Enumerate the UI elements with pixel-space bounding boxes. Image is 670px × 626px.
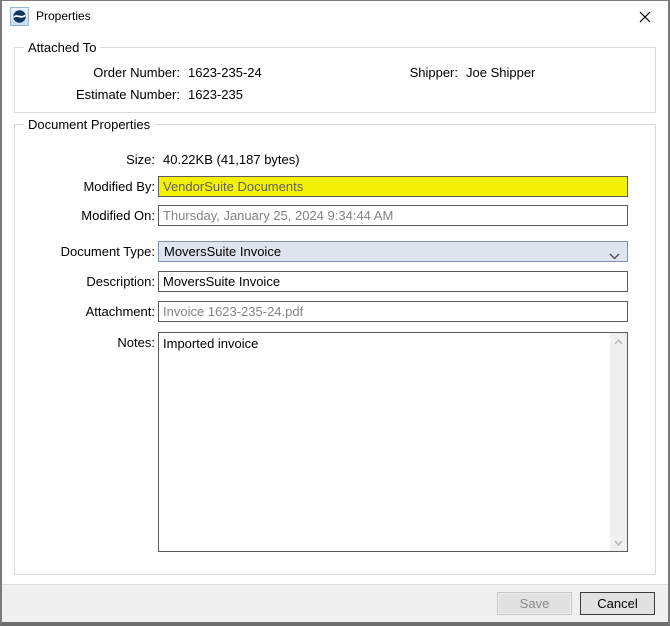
notes-textarea[interactable]: Imported invoice <box>159 333 611 551</box>
estimate-number-value: 1623-235 <box>188 87 243 102</box>
description-label: Description: <box>86 274 155 289</box>
scroll-down-button[interactable] <box>610 534 627 551</box>
cancel-button[interactable]: Cancel <box>580 592 655 615</box>
modified-by-label: Modified By: <box>83 179 155 194</box>
window-title: Properties <box>36 9 91 23</box>
modified-on-field <box>158 205 628 226</box>
chevron-down-icon <box>614 540 623 546</box>
attachment-label: Attachment: <box>85 304 155 319</box>
properties-dialog: Properties Attached To Order Number: 162… <box>0 0 670 626</box>
document-type-dropdown[interactable]: MoversSuite Invoice <box>158 241 628 262</box>
notes-scrollbar[interactable] <box>610 333 627 551</box>
chevron-down-icon <box>609 248 620 263</box>
document-properties-group: Document Properties Size: 40.22KB (41,18… <box>14 117 656 575</box>
attached-to-group: Attached To Order Number: 1623-235-24 Sh… <box>14 40 656 113</box>
attached-to-title: Attached To <box>24 40 101 55</box>
order-number-value: 1623-235-24 <box>188 65 262 80</box>
modified-on-label: Modified On: <box>81 208 155 223</box>
order-number-label: Order Number: <box>93 65 180 80</box>
shipper-label: Shipper: <box>409 65 458 80</box>
modified-by-field[interactable] <box>158 176 628 197</box>
description-field[interactable] <box>158 271 628 292</box>
scroll-up-button[interactable] <box>610 333 627 350</box>
attachment-field <box>158 301 628 322</box>
shipper-value: Joe Shipper <box>466 65 536 80</box>
close-button[interactable] <box>628 4 662 30</box>
button-bar: Save Cancel <box>2 584 668 622</box>
estimate-number-label: Estimate Number: <box>75 87 180 102</box>
notes-label: Notes: <box>117 335 155 350</box>
notes-field-frame: Imported invoice <box>158 332 628 552</box>
app-logo-icon <box>10 7 29 26</box>
size-label: Size: <box>126 152 155 167</box>
close-icon <box>639 11 651 23</box>
title-bar: Properties <box>2 1 668 32</box>
chevron-up-icon <box>614 338 623 344</box>
save-button[interactable]: Save <box>497 592 572 615</box>
size-value: 40.22KB (41,187 bytes) <box>163 152 300 167</box>
document-type-label: Document Type: <box>60 244 155 259</box>
document-type-selected-value: MoversSuite Invoice <box>164 244 282 259</box>
document-properties-title: Document Properties <box>24 117 155 132</box>
